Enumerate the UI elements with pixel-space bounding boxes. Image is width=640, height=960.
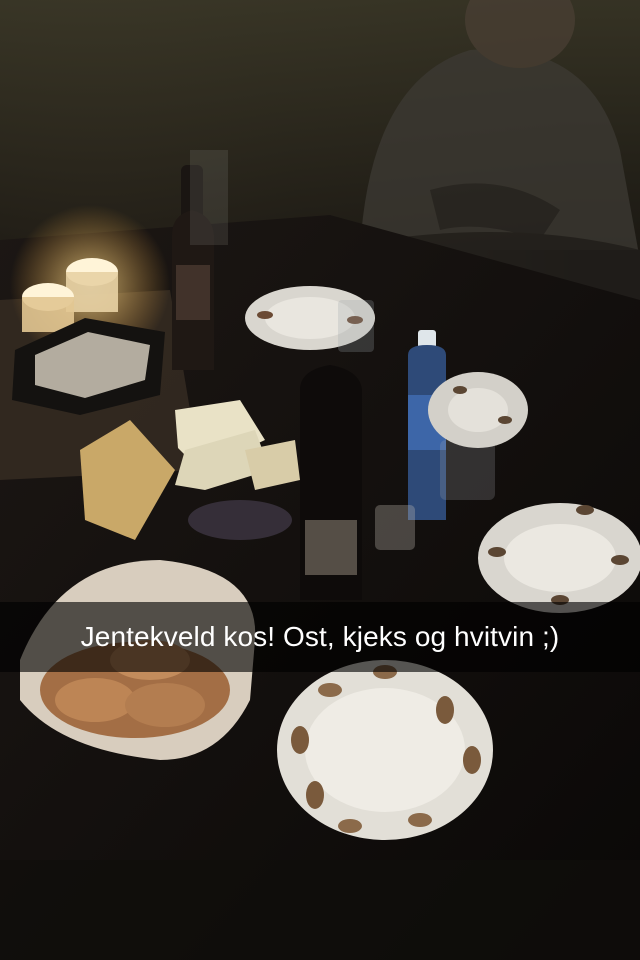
snap-photo: [0, 0, 640, 960]
plate-icon: [428, 372, 528, 448]
snap-caption-text: Jentekveld kos! Ost, kjeks og hvitvin ;): [80, 621, 560, 652]
plate-icon: [277, 660, 493, 840]
wine-bottle-icon: [300, 365, 362, 600]
snap-caption-bar: Jentekveld kos! Ost, kjeks og hvitvin ;): [0, 602, 640, 672]
glass-icon: [338, 300, 374, 352]
plate-icon: [478, 503, 640, 613]
